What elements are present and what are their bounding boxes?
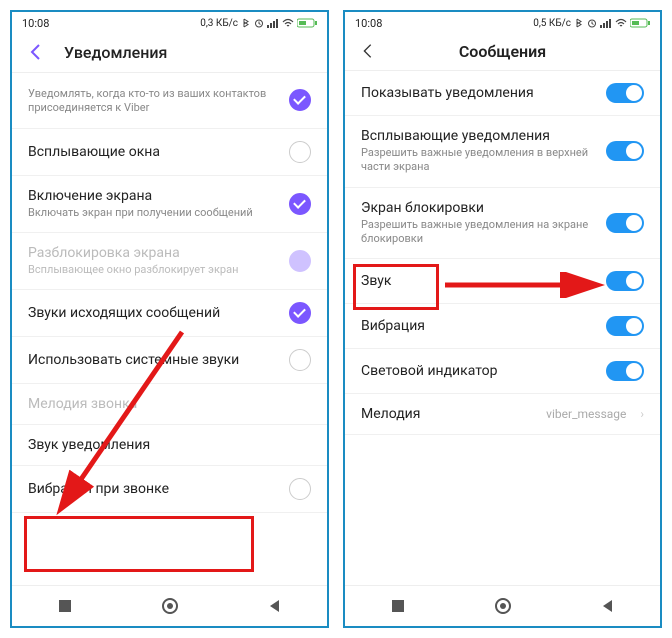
battery-icon xyxy=(297,18,317,28)
alarm-icon xyxy=(587,18,597,28)
row-subtitle: Всплывающее окно разблокирует экран xyxy=(28,263,279,277)
row-label: Звуки исходящих сообщений xyxy=(28,305,279,321)
checkbox[interactable] xyxy=(289,478,311,500)
bluetooth-icon xyxy=(241,18,251,28)
wifi-icon xyxy=(615,18,627,28)
back-arrow-icon[interactable] xyxy=(26,42,46,62)
settings-row[interactable]: Световой индикатор xyxy=(345,349,660,394)
settings-row: Разблокировка экрана Всплывающее окно раз… xyxy=(12,233,327,290)
row-label: Вибрация xyxy=(361,318,596,334)
signal-icon xyxy=(267,18,279,28)
row-label: Показывать уведомления xyxy=(361,85,596,101)
settings-row[interactable]: Включение экрана Включать экран при получ… xyxy=(12,176,327,233)
status-time: 10:08 xyxy=(355,17,382,30)
checkbox[interactable] xyxy=(289,141,311,163)
settings-row[interactable]: Звук xyxy=(345,259,660,304)
settings-row[interactable]: Вибрация при звонке xyxy=(12,466,327,513)
settings-row[interactable]: Всплывающие окна xyxy=(12,129,327,176)
checkbox[interactable] xyxy=(289,302,311,324)
row-label: Вибрация при звонке xyxy=(28,481,279,497)
settings-list: Уведомлять, когда кто-то из ваших контак… xyxy=(12,73,327,585)
settings-row[interactable]: Звук уведомления xyxy=(12,425,327,466)
row-subtitle: Включать экран при получении сообщений xyxy=(28,206,279,220)
status-icons: 0,5 КБ/с xyxy=(533,18,650,29)
signal-icon xyxy=(600,18,612,28)
toggle-switch[interactable] xyxy=(606,213,644,233)
settings-row[interactable]: Экран блокировки Разрешить важные уведомл… xyxy=(345,188,660,260)
status-bar: 10:08 0,3 КБ/с xyxy=(12,12,327,34)
chevron-right-icon: › xyxy=(640,407,644,421)
row-subtitle: Разрешить важные уведомления на экране б… xyxy=(361,218,596,247)
row-label: Всплывающие окна xyxy=(28,144,279,160)
checkbox xyxy=(289,250,311,272)
nav-home-icon[interactable] xyxy=(161,597,179,615)
page-title: Сообщения xyxy=(459,42,546,61)
app-header: Уведомления xyxy=(12,34,327,72)
settings-list: Показывать уведомления Всплывающие уведом… xyxy=(345,71,660,585)
bluetooth-icon xyxy=(574,18,584,28)
nav-recent-icon[interactable] xyxy=(56,597,74,615)
nav-back-icon[interactable] xyxy=(599,597,617,615)
row-label: Звук xyxy=(361,273,596,289)
toggle-switch[interactable] xyxy=(606,316,644,336)
toggle-switch[interactable] xyxy=(606,271,644,291)
row-subtitle: Уведомлять, когда кто-то из ваших контак… xyxy=(28,87,279,116)
row-label: Включение экрана xyxy=(28,188,279,204)
row-label: Разблокировка экрана xyxy=(28,245,279,261)
settings-row[interactable]: Вибрация xyxy=(345,304,660,349)
settings-row: Мелодия звонка xyxy=(12,384,327,425)
status-icons: 0,3 КБ/с xyxy=(200,18,317,29)
settings-row[interactable]: Показывать уведомления xyxy=(345,71,660,116)
row-subtitle: Разрешить важные уведомления в верхней ч… xyxy=(361,146,596,175)
settings-row[interactable]: Всплывающие уведомления Разрешить важные … xyxy=(345,116,660,188)
row-label: Мелодия xyxy=(361,406,536,422)
row-label: Всплывающие уведомления xyxy=(361,128,596,144)
row-label: Мелодия звонка xyxy=(28,396,311,412)
phone-right: 10:08 0,5 КБ/с Сообщения Показывать увед… xyxy=(343,10,662,628)
nav-home-icon[interactable] xyxy=(494,597,512,615)
phone-left: 10:08 0,3 КБ/с Уведомления Уведомлять, к… xyxy=(10,10,329,628)
app-header: Сообщения xyxy=(345,34,660,70)
row-label: Световой индикатор xyxy=(361,363,596,379)
settings-row[interactable]: Использовать системные звуки xyxy=(12,337,327,384)
toggle-switch[interactable] xyxy=(606,141,644,161)
toggle-switch[interactable] xyxy=(606,361,644,381)
row-value: viber_message xyxy=(546,407,626,421)
settings-row[interactable]: Мелодия viber_message › xyxy=(345,394,660,435)
wifi-icon xyxy=(282,18,294,28)
row-label: Использовать системные звуки xyxy=(28,352,279,368)
nav-bar xyxy=(12,585,327,626)
nav-back-icon[interactable] xyxy=(266,597,284,615)
row-label: Звук уведомления xyxy=(28,437,311,453)
alarm-icon xyxy=(254,18,264,28)
checkbox[interactable] xyxy=(289,89,311,111)
settings-row[interactable]: Уведомлять, когда кто-то из ваших контак… xyxy=(12,73,327,129)
nav-recent-icon[interactable] xyxy=(389,597,407,615)
settings-row[interactable]: Звуки исходящих сообщений xyxy=(12,290,327,337)
nav-bar xyxy=(345,585,660,626)
page-title: Уведомления xyxy=(64,43,167,62)
back-chevron-icon[interactable] xyxy=(359,42,377,60)
battery-icon xyxy=(630,18,650,28)
checkbox[interactable] xyxy=(289,193,311,215)
checkbox[interactable] xyxy=(289,349,311,371)
toggle-switch[interactable] xyxy=(606,83,644,103)
status-bar: 10:08 0,5 КБ/с xyxy=(345,12,660,34)
row-label: Экран блокировки xyxy=(361,200,596,216)
status-time: 10:08 xyxy=(22,17,49,30)
